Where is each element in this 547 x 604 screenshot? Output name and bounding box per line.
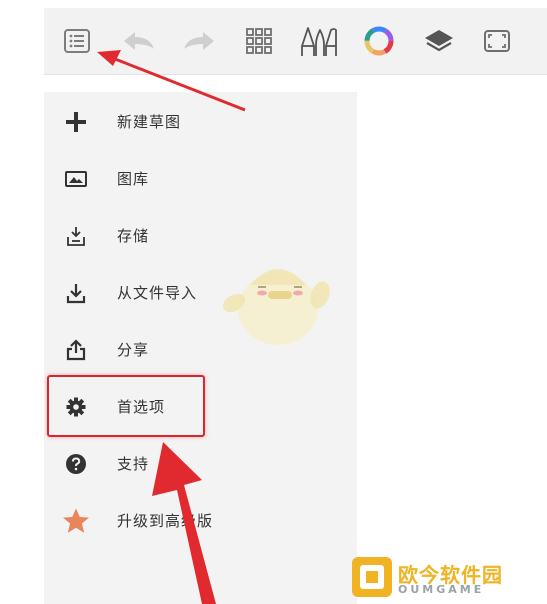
menu-item-save[interactable]: 存储 xyxy=(44,216,357,256)
import-download-icon xyxy=(64,281,88,305)
color-wheel-icon[interactable] xyxy=(362,24,396,58)
preferences-highlight-box xyxy=(47,375,205,437)
menu-item-new-sketch[interactable]: 新建草图 xyxy=(44,102,357,142)
mascot-illustration xyxy=(220,255,330,350)
menu-item-label: 支持 xyxy=(117,455,150,473)
undo-arrow-icon[interactable] xyxy=(122,24,156,58)
site-watermark: 欧今软件园 OUMGAME xyxy=(350,555,545,600)
layers-icon[interactable] xyxy=(422,24,456,58)
fullscreen-icon[interactable] xyxy=(480,24,514,58)
menu-item-gallery[interactable]: 图库 xyxy=(44,159,357,199)
menu-item-label: 新建草图 xyxy=(117,113,182,131)
menu-item-label: 分享 xyxy=(117,341,150,359)
share-icon xyxy=(64,338,88,362)
help-icon xyxy=(64,452,88,476)
gallery-icon xyxy=(64,167,88,191)
watermark-subtext: OUMGAME xyxy=(398,583,485,596)
top-toolbar xyxy=(44,8,547,75)
menu-item-label: 从文件导入 xyxy=(117,284,198,302)
plus-icon xyxy=(64,110,88,134)
menu-item-label: 升级到高级版 xyxy=(117,512,214,530)
menu-item-upgrade[interactable]: 升级到高级版 xyxy=(44,501,357,541)
menu-item-label: 图库 xyxy=(117,170,150,188)
watermark-logo-icon xyxy=(352,557,392,597)
list-menu-icon[interactable] xyxy=(60,24,94,58)
redo-arrow-icon[interactable] xyxy=(182,24,216,58)
menu-item-support[interactable]: 支持 xyxy=(44,444,357,484)
save-icon xyxy=(64,224,88,248)
star-icon xyxy=(62,507,90,535)
menu-item-label: 存储 xyxy=(117,227,150,245)
pen-tools-icon[interactable] xyxy=(298,24,340,58)
grid-icon[interactable] xyxy=(242,24,276,58)
